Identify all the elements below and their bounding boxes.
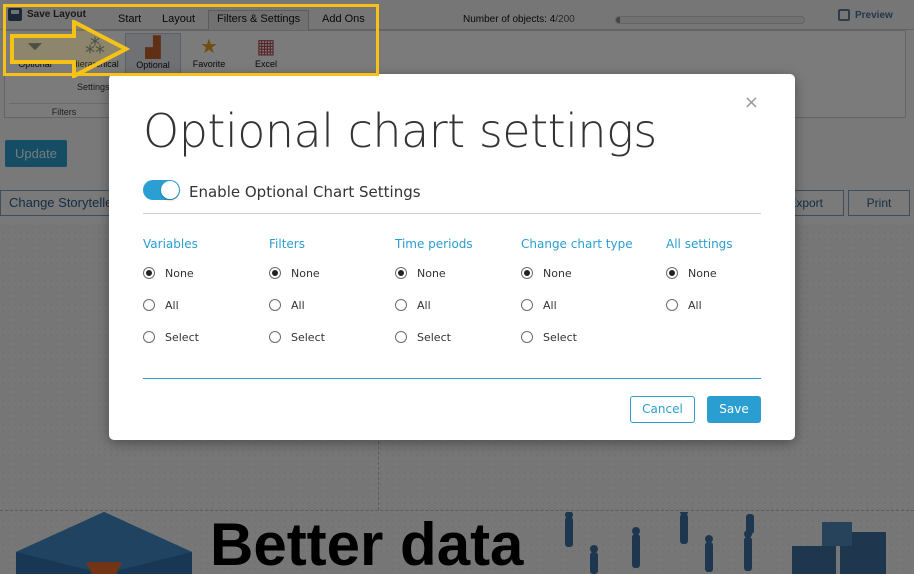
- radio-option-chart-type-select[interactable]: Select: [521, 321, 633, 353]
- divider-top: [143, 213, 761, 214]
- settings-column-variables: Variables None All Select: [143, 237, 199, 353]
- radio-option-chart-type-none[interactable]: None: [521, 257, 633, 289]
- radio-label: All: [543, 298, 557, 312]
- radio-button[interactable]: [521, 299, 533, 311]
- radio-button[interactable]: [269, 299, 281, 311]
- radio-label: All: [291, 298, 305, 312]
- radio-option-variables-none[interactable]: None: [143, 257, 199, 289]
- radio-label: Select: [291, 330, 325, 344]
- radio-button[interactable]: [269, 267, 281, 279]
- radio-label: All: [165, 298, 179, 312]
- settings-column-time-periods: Time periods None All Select: [395, 237, 473, 353]
- radio-label: None: [291, 266, 320, 280]
- save-button[interactable]: Save: [707, 396, 761, 423]
- column-heading-filters: Filters: [269, 237, 305, 251]
- radio-option-chart-type-all[interactable]: All: [521, 289, 633, 321]
- column-heading-change-chart-type: Change chart type: [521, 237, 633, 251]
- settings-column-change-chart-type: Change chart type None All Select: [521, 237, 633, 353]
- divider-bottom: [143, 378, 761, 379]
- annotation-arrow-icon: [10, 20, 130, 78]
- radio-option-time-periods-none[interactable]: None: [395, 257, 473, 289]
- radio-label: None: [417, 266, 446, 280]
- settings-column-filters: Filters None All Select: [269, 237, 325, 353]
- enable-settings-toggle[interactable]: [143, 180, 180, 200]
- column-heading-all-settings: All settings: [666, 237, 733, 251]
- radio-label: None: [165, 266, 194, 280]
- radio-button[interactable]: [521, 331, 533, 343]
- radio-button[interactable]: [521, 267, 533, 279]
- radio-option-all-settings-all[interactable]: All: [666, 289, 733, 321]
- radio-label: None: [543, 266, 572, 280]
- column-heading-time-periods: Time periods: [395, 237, 473, 251]
- cancel-button[interactable]: Cancel: [630, 396, 695, 423]
- radio-label: None: [688, 266, 717, 280]
- close-icon[interactable]: ×: [744, 94, 759, 112]
- radio-label: Select: [543, 330, 577, 344]
- dialog-title: Optional chart settings: [143, 104, 657, 158]
- radio-label: Select: [417, 330, 451, 344]
- radio-button[interactable]: [143, 299, 155, 311]
- radio-button[interactable]: [666, 299, 678, 311]
- radio-option-filters-all[interactable]: All: [269, 289, 325, 321]
- settings-column-all-settings: All settings None All: [666, 237, 733, 321]
- radio-button[interactable]: [395, 267, 407, 279]
- enable-settings-label: Enable Optional Chart Settings: [189, 183, 421, 201]
- radio-button[interactable]: [143, 267, 155, 279]
- column-heading-variables: Variables: [143, 237, 198, 251]
- radio-option-filters-none[interactable]: None: [269, 257, 325, 289]
- radio-label: All: [417, 298, 431, 312]
- radio-button[interactable]: [666, 267, 678, 279]
- radio-option-filters-select[interactable]: Select: [269, 321, 325, 353]
- radio-option-variables-select[interactable]: Select: [143, 321, 199, 353]
- toggle-knob: [161, 181, 179, 199]
- radio-button[interactable]: [143, 331, 155, 343]
- radio-option-variables-all[interactable]: All: [143, 289, 199, 321]
- radio-label: Select: [165, 330, 199, 344]
- radio-button[interactable]: [395, 299, 407, 311]
- radio-button[interactable]: [395, 331, 407, 343]
- radio-option-time-periods-all[interactable]: All: [395, 289, 473, 321]
- optional-chart-settings-dialog: × Optional chart settings Enable Optiona…: [109, 74, 795, 440]
- radio-label: All: [688, 298, 702, 312]
- radio-option-all-settings-none[interactable]: None: [666, 257, 733, 289]
- radio-button[interactable]: [269, 331, 281, 343]
- radio-option-time-periods-select[interactable]: Select: [395, 321, 473, 353]
